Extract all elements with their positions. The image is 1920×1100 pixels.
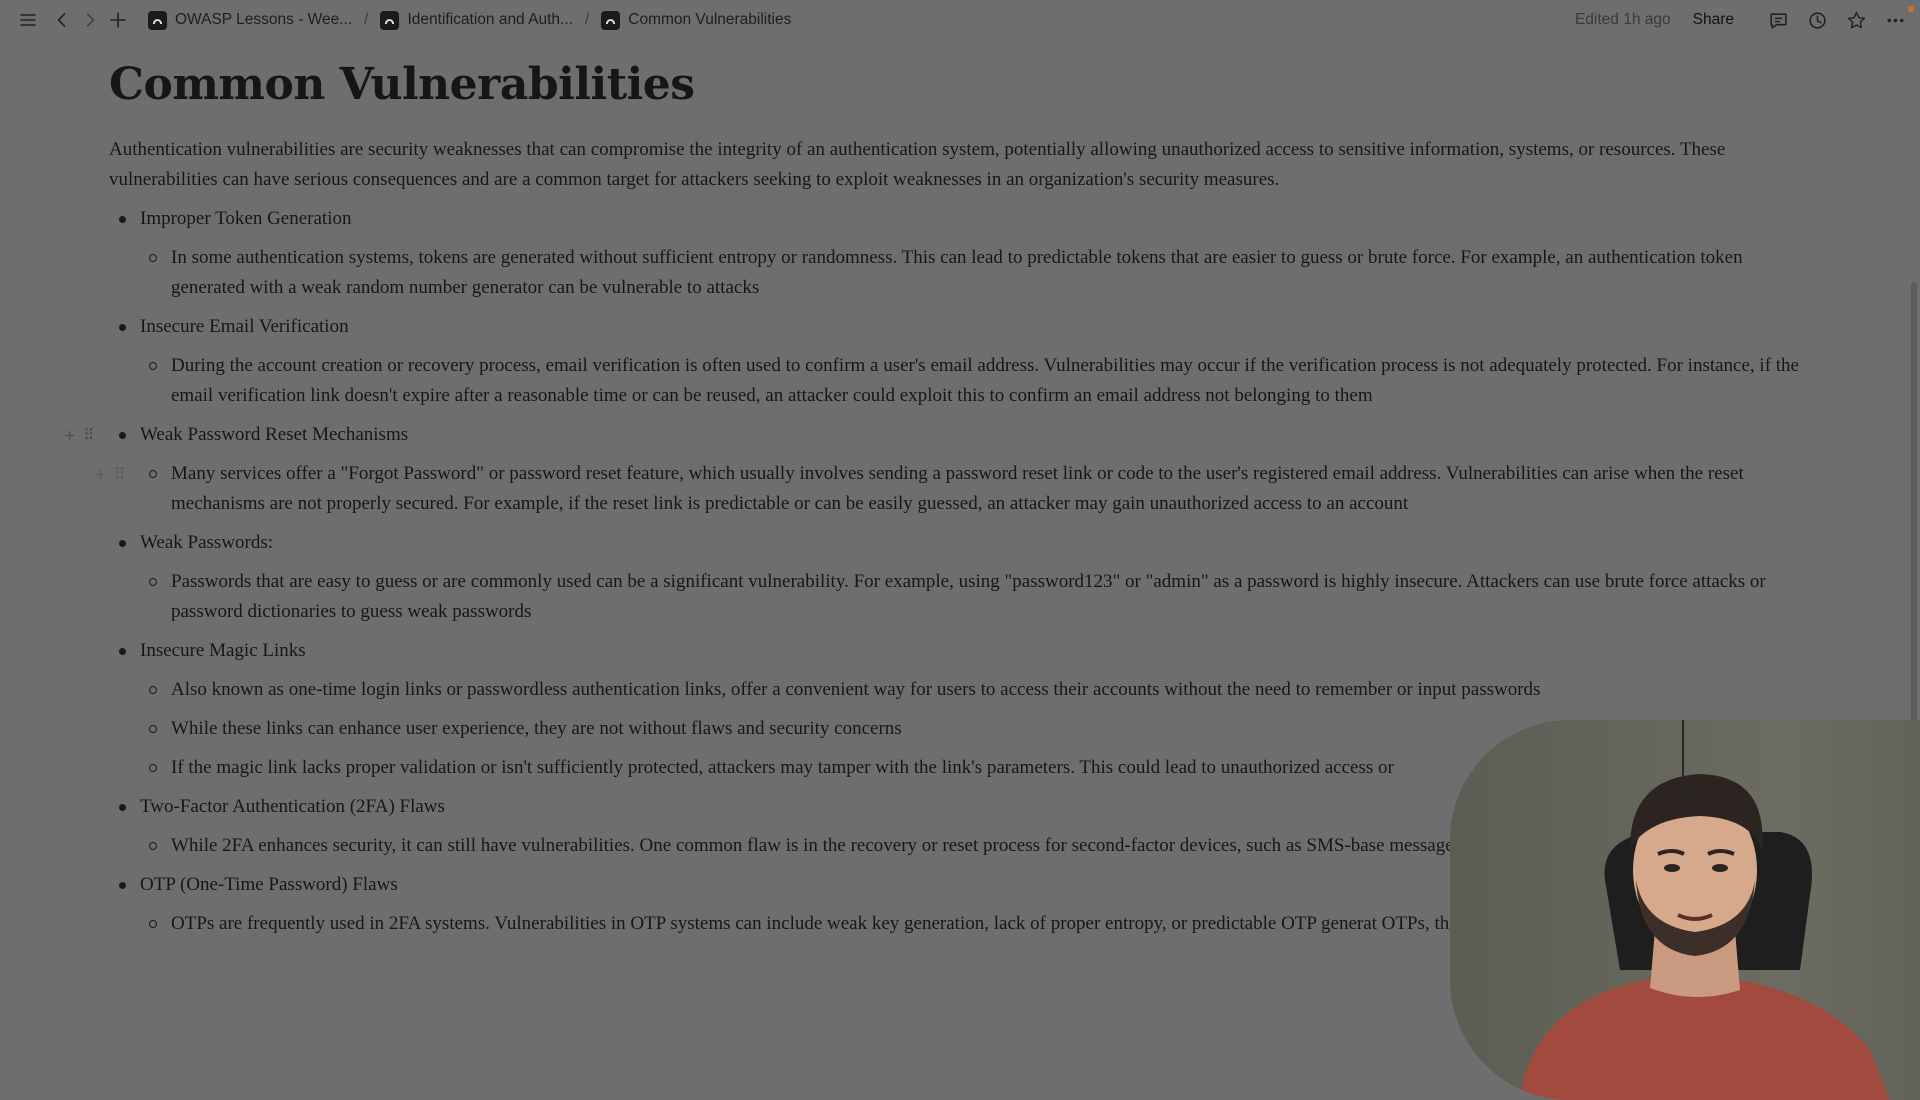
breadcrumb-separator: / [584, 11, 590, 28]
sub-list-item[interactable]: In some authentication systems, tokens a… [140, 243, 1820, 303]
add-block-icon[interactable]: + [64, 421, 75, 451]
add-block-icon[interactable]: + [95, 460, 106, 490]
sub-item-text: While these links can enhance user exper… [171, 718, 902, 739]
sub-item-text: Passwords that are easy to guess or are … [171, 571, 1766, 622]
star-icon[interactable] [1843, 7, 1869, 33]
top-bar: OWASP Lessons - Wee... / Identification … [0, 0, 1920, 40]
background-pole [1682, 720, 1684, 800]
chevron-right-icon[interactable] [78, 8, 102, 32]
sub-item-text: Many services offer a "Forgot Password" … [171, 463, 1744, 514]
drag-handle-icon[interactable]: ⠿ [114, 460, 125, 490]
sub-list-item[interactable]: Passwords that are easy to guess or are … [140, 567, 1820, 627]
chevron-left-icon[interactable] [50, 8, 74, 32]
list-item-heading: Two-Factor Authentication (2FA) Flaws [140, 796, 445, 817]
breadcrumb-item-current[interactable]: Common Vulnerabilities [597, 9, 795, 32]
block-handle[interactable]: + ⠿ [95, 460, 125, 490]
sub-list-item[interactable]: Also known as one-time login links or pa… [140, 675, 1820, 705]
breadcrumb-item-identification[interactable]: Identification and Auth... [376, 9, 576, 32]
breadcrumb-separator: / [364, 11, 369, 28]
list-item-heading: Improper Token Generation [140, 208, 352, 229]
menu-icon[interactable] [16, 8, 40, 32]
history-clock-icon[interactable] [1804, 7, 1830, 33]
more-options-icon[interactable] [1882, 7, 1908, 33]
sub-item-text: During the account creation or recovery … [171, 355, 1799, 406]
drag-handle-icon[interactable]: ⠿ [83, 421, 94, 451]
page-icon [380, 10, 400, 30]
sub-list-item[interactable]: During the account creation or recovery … [140, 351, 1820, 411]
list-item-heading: Insecure Magic Links [140, 640, 306, 661]
breadcrumb-label: OWASP Lessons - Wee... [175, 11, 353, 28]
breadcrumb: OWASP Lessons - Wee... / Identification … [144, 9, 795, 32]
sub-list-item[interactable]: + ⠿ Many services offer a "Forgot Passwo… [95, 459, 1820, 519]
list-item[interactable]: Insecure Email Verification During the a… [109, 312, 1809, 411]
right-toolbar: Edited 1h ago Share [1575, 7, 1908, 33]
breadcrumb-item-owasp-lessons[interactable]: OWASP Lessons - Wee... [144, 9, 356, 32]
webcam-overlay [1450, 720, 1920, 1100]
comments-icon[interactable] [1765, 7, 1791, 33]
list-item[interactable]: + ⠿ Weak Password Reset Mechanisms + ⠿ M… [64, 420, 1809, 519]
block-handle[interactable]: + ⠿ [64, 421, 94, 451]
list-item-heading: Weak Password Reset Mechanisms [140, 424, 409, 445]
list-item[interactable]: Weak Passwords: Passwords that are easy … [109, 528, 1809, 627]
page-icon [601, 10, 621, 30]
intro-paragraph[interactable]: Authentication vulnerabilities are secur… [109, 135, 1799, 195]
page-icon [148, 10, 167, 30]
list-item-heading: Weak Passwords: [140, 532, 274, 553]
list-item[interactable]: Improper Token Generation In some authen… [109, 204, 1809, 303]
notification-dot [1908, 6, 1914, 12]
breadcrumb-label: Common Vulnerabilities [628, 11, 792, 28]
list-item-heading: OTP (One-Time Password) Flaws [140, 874, 398, 895]
edited-status: Edited 1h ago [1574, 11, 1671, 28]
plus-icon[interactable] [106, 8, 130, 32]
sub-item-text: Also known as one-time login links or pa… [171, 679, 1541, 700]
share-button[interactable]: Share [1693, 11, 1734, 29]
breadcrumb-label: Identification and Auth... [407, 11, 573, 28]
page-title[interactable]: Common Vulnerabilities [109, 56, 1809, 114]
presenter-video [1520, 774, 1890, 1100]
list-item-heading: Insecure Email Verification [140, 316, 349, 337]
sub-item-text: If the magic link lacks proper validatio… [171, 757, 1394, 778]
sub-item-text: In some authentication systems, tokens a… [171, 247, 1743, 298]
